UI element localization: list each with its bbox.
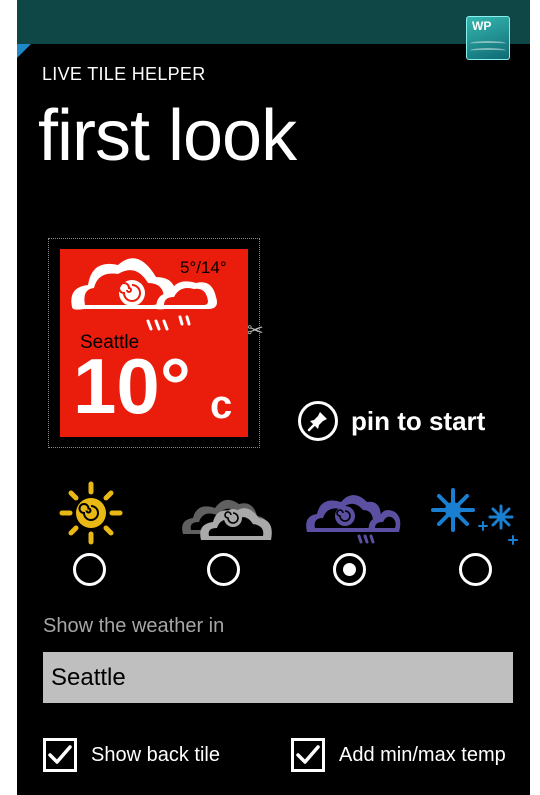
location-label: Show the weather in [43, 615, 225, 637]
wp-badge: WP [466, 16, 510, 60]
radio-snow[interactable] [459, 553, 492, 586]
sun-icon [59, 481, 123, 545]
weather-option-sun[interactable] [41, 478, 141, 598]
weather-option-snow[interactable] [427, 478, 527, 598]
pin-to-start-label: pin to start [351, 405, 486, 436]
add-minmax-checkbox[interactable] [291, 738, 325, 772]
weather-option-cloud[interactable] [175, 478, 275, 598]
radio-cloud[interactable] [207, 553, 240, 586]
show-back-tile-option[interactable]: Show back tile [43, 738, 220, 772]
city-input[interactable] [43, 652, 513, 703]
wp-badge-text: WP [472, 19, 492, 33]
radio-sun[interactable] [73, 553, 106, 586]
scissors-icon[interactable]: ✂ [247, 318, 264, 343]
tile-temperature: 10° [73, 342, 191, 430]
radio-rain[interactable] [333, 553, 366, 586]
page-title: first look [38, 96, 297, 176]
add-minmax-option[interactable]: Add min/max temp [291, 738, 506, 772]
show-back-tile-label: Show back tile [91, 743, 220, 766]
live-tile-preview[interactable]: 5°/14° Seattle 10° c [60, 249, 248, 437]
cloud-rain-icon [306, 495, 401, 544]
show-back-tile-checkbox[interactable] [43, 738, 77, 772]
corner-accent [17, 44, 31, 58]
checkmark-icon [48, 745, 72, 764]
checkmark-icon [296, 745, 320, 764]
app-title: LIVE TILE HELPER [42, 64, 206, 84]
tile-temp-range: 5°/14° [180, 258, 227, 277]
snow-icon [431, 488, 518, 545]
phone-screen: WP LIVE TILE HELPER first look 5°/14° Se… [17, 0, 530, 795]
cloud-icon [182, 499, 272, 540]
tile-unit: c [210, 383, 233, 427]
pin-icon [298, 401, 338, 441]
pin-to-start-button[interactable]: pin to start [298, 398, 485, 444]
status-bar [17, 0, 530, 44]
add-minmax-label: Add min/max temp [339, 743, 506, 766]
weather-option-rain[interactable] [301, 478, 401, 598]
